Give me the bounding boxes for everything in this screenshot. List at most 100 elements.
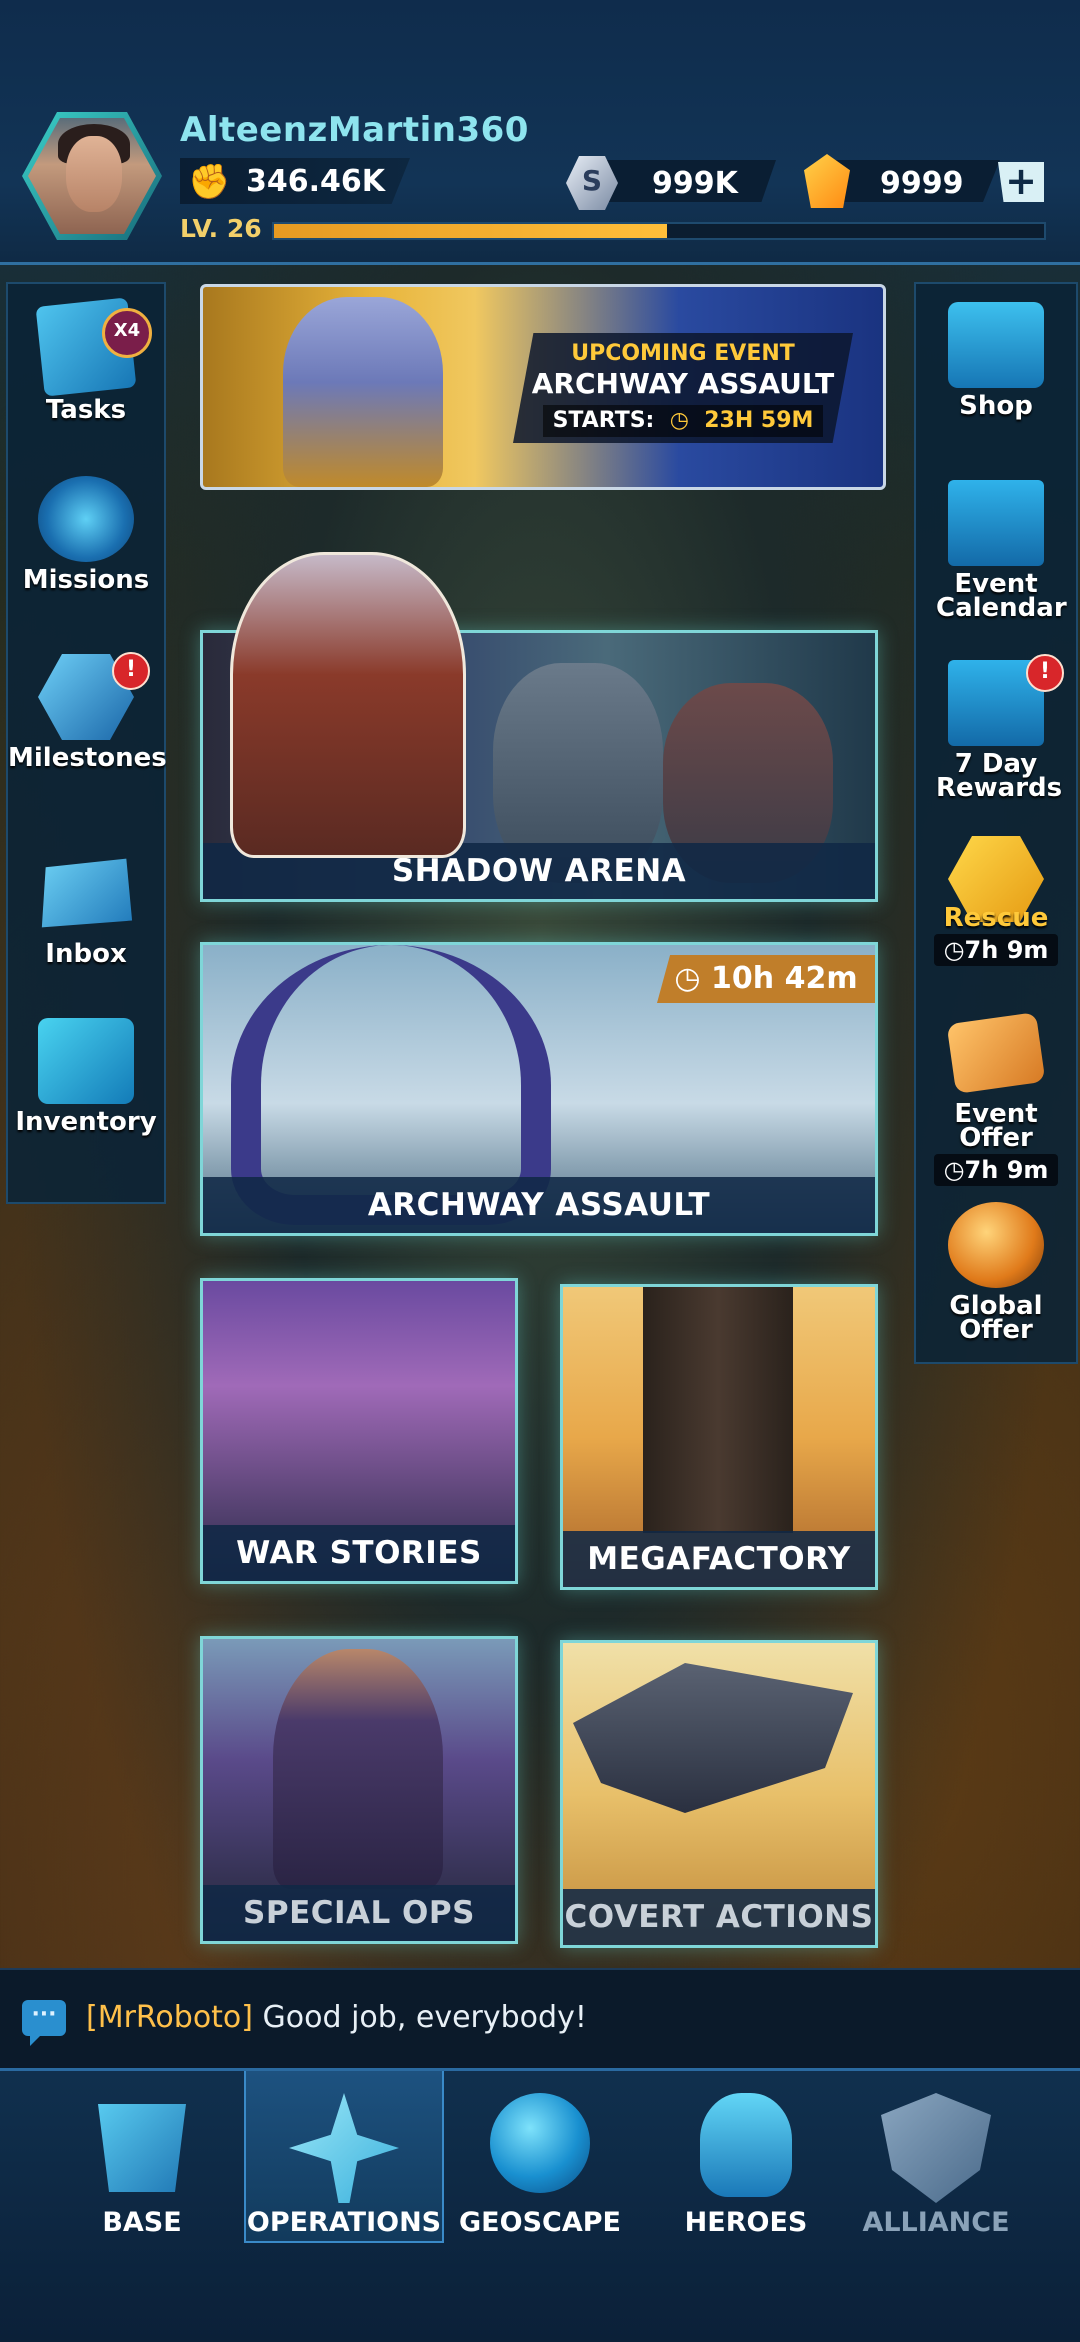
helmet-icon (700, 2093, 792, 2197)
player-level: LV. 26 (180, 214, 262, 243)
nav-alliance-label: ALLIANCE (862, 2207, 1010, 2238)
tasks-count-badge: X4 (102, 308, 152, 358)
nav-operations-label: OPERATIONS (246, 2207, 442, 2238)
upcoming-event-label: UPCOMING EVENT (571, 341, 795, 366)
tasks-button[interactable]: X4 Tasks (8, 297, 164, 425)
inventory-button[interactable]: Inventory (8, 1018, 164, 1137)
covert-actions-ship-art (573, 1663, 853, 1813)
clock-icon: ◷ (662, 408, 697, 433)
shop-label: Shop (959, 391, 1033, 421)
silver-coin-symbol: S (581, 164, 603, 197)
power-value: 346.46K (246, 164, 386, 199)
rescue-timer-value: 7h 9m (964, 936, 1049, 964)
archway-timer: ◷ 10h 42m (657, 955, 875, 1003)
bottom-navigation: BASE OPERATIONS GEOSCAPE HEROES ALLIANCE (0, 2068, 1080, 2342)
left-sidebar: X4 Tasks Missions ! Milestones Inbox Inv… (6, 282, 167, 1204)
special-ops-card[interactable]: SPECIAL OPS (200, 1636, 518, 1944)
starts-label: STARTS: (552, 408, 655, 433)
megafactory-title: MEGAFACTORY (563, 1531, 875, 1587)
jet-icon (289, 2093, 399, 2203)
nav-alliance[interactable]: ALLIANCE (838, 2071, 1034, 2271)
globe-icon (490, 2093, 590, 2193)
special-ops-title: SPECIAL OPS (203, 1885, 515, 1941)
tasks-label: Tasks (45, 395, 127, 425)
ticket-icon (946, 1012, 1046, 1094)
chat-bubble-icon: ··· (22, 2000, 66, 2046)
archway-timer-value: 10h 42m (711, 961, 858, 996)
nav-geoscape-label: GEOSCAPE (459, 2207, 621, 2238)
clock-icon: ◷ (674, 961, 712, 996)
war-stories-card[interactable]: WAR STORIES (200, 1278, 518, 1584)
avatar-portrait (28, 118, 156, 234)
crystal-currency-value: 9999 (880, 166, 964, 201)
shadow-arena-featured-hero (230, 552, 466, 858)
xp-progress-bar (272, 222, 1046, 240)
rescue-timer: ◷7h 9m (933, 934, 1059, 966)
username: AlteenzMartin360 (180, 110, 529, 150)
archway-assault-card[interactable]: ◷ 10h 42m ARCHWAY ASSAULT (200, 942, 878, 1236)
covert-actions-card[interactable]: COVERT ACTIONS (560, 1640, 878, 1948)
event-offer-label: Event Offer (954, 1099, 1038, 1153)
right-sidebar: Shop Event Calendar ! 7 Day Rewards Resc… (914, 282, 1078, 1364)
starts-time: 23H 59M (704, 408, 814, 433)
chat-message: [MrRoboto] Good job, everybody! (86, 2000, 587, 2035)
nav-geoscape[interactable]: GEOSCAPE (442, 2071, 638, 2271)
envelope-icon (41, 858, 133, 928)
globe-icon (948, 1202, 1044, 1288)
megafactory-card[interactable]: MEGAFACTORY (560, 1284, 878, 1590)
treasure-chest-icon (948, 302, 1044, 388)
nav-base[interactable]: BASE (44, 2071, 240, 2271)
base-icon (98, 2104, 186, 2192)
megafactory-tower-art (643, 1287, 793, 1533)
event-calendar-button[interactable]: Event Calendar (916, 480, 1076, 623)
fist-icon: ✊ (188, 162, 231, 202)
nav-operations[interactable]: OPERATIONS (244, 2071, 444, 2243)
seven-day-rewards-label: 7 Day Rewards (936, 749, 1063, 803)
war-stories-title: WAR STORIES (203, 1525, 515, 1581)
event-name: ARCHWAY ASSAULT (531, 367, 835, 400)
event-offer-timer-value: 7h 9m (964, 1156, 1049, 1184)
event-start-countdown: STARTS: ◷ 23H 59M (543, 405, 823, 437)
inbox-label: Inbox (45, 939, 127, 969)
event-offer-timer: ◷7h 9m (933, 1154, 1059, 1186)
missions-button[interactable]: Missions (8, 476, 164, 595)
archway-assault-title: ARCHWAY ASSAULT (203, 1177, 875, 1233)
nav-heroes-label: HEROES (684, 2207, 808, 2238)
avatar-face (66, 136, 122, 212)
inbox-button[interactable]: Inbox (8, 850, 164, 969)
crystal-currency[interactable]: 9999 + (800, 154, 1050, 208)
inventory-label: Inventory (15, 1107, 157, 1137)
rescue-label: Rescue (943, 903, 1049, 933)
event-info-panel: UPCOMING EVENT ARCHWAY ASSAULT STARTS: ◷… (513, 333, 853, 443)
chat-username: [MrRoboto] (86, 2000, 253, 2035)
upcoming-event-banner[interactable]: UPCOMING EVENT ARCHWAY ASSAULT STARTS: ◷… (200, 284, 886, 490)
rescue-button[interactable]: Rescue ◷7h 9m (916, 836, 1076, 966)
milestones-alert-badge: ! (112, 652, 150, 690)
missions-label: Missions (22, 565, 150, 595)
radar-icon (38, 476, 134, 562)
event-offer-button[interactable]: Event Offer ◷7h 9m (916, 1012, 1076, 1186)
milestones-label: Milestones (8, 743, 167, 773)
silver-currency[interactable]: S 999K (566, 156, 786, 210)
top-bar: AlteenzMartin360 ✊ 346.46K S 999K 9999 +… (0, 0, 1080, 265)
special-ops-hero-art (273, 1649, 443, 1889)
global-offer-label: Global Offer (949, 1291, 1043, 1345)
chat-bar[interactable]: ··· [MrRoboto] Good job, everybody! (0, 1968, 1080, 2070)
nav-heroes[interactable]: HEROES (648, 2071, 844, 2271)
event-calendar-label: Event Calendar (936, 569, 1067, 623)
global-offer-button[interactable]: Global Offer (916, 1202, 1076, 1345)
crate-icon (38, 1018, 134, 1104)
xp-progress-fill (274, 224, 667, 238)
player-avatar[interactable] (22, 112, 162, 240)
event-hero-art (283, 297, 443, 487)
covert-actions-title: COVERT ACTIONS (563, 1889, 875, 1945)
chat-text: Good job, everybody! (262, 2000, 587, 2035)
power-display: ✊ 346.46K (180, 158, 410, 204)
rewards-alert-badge: ! (1026, 654, 1064, 692)
calendar-icon (948, 480, 1044, 566)
add-crystals-button[interactable]: + (998, 162, 1044, 202)
seven-day-rewards-button[interactable]: ! 7 Day Rewards (916, 654, 1076, 803)
shop-button[interactable]: Shop (916, 302, 1076, 421)
milestones-button[interactable]: ! Milestones (8, 652, 167, 773)
silver-currency-value: 999K (652, 166, 738, 201)
